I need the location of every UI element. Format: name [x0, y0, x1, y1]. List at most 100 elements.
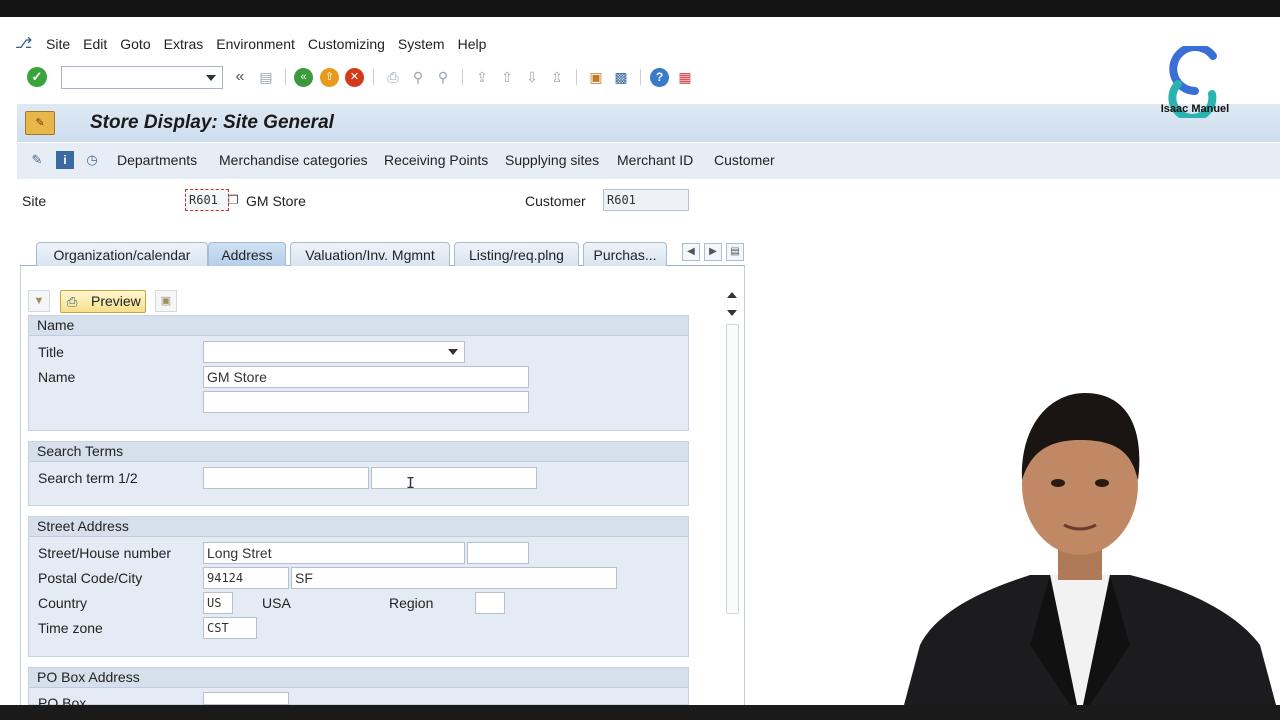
preview-label: Preview: [91, 293, 141, 309]
vertical-scrollbar[interactable]: [724, 290, 741, 705]
display-change-icon[interactable]: ✎: [28, 151, 46, 169]
menu-bar: ⎇ Site Edit Goto Extras Environment Cust…: [0, 30, 1280, 58]
tab-valuation[interactable]: Valuation/Inv. Mgmnt: [290, 242, 450, 266]
region-field[interactable]: [475, 592, 505, 614]
customer-label: Customer: [525, 193, 586, 209]
clock-icon[interactable]: ◷: [83, 151, 101, 169]
chevron-down-icon[interactable]: [448, 349, 458, 355]
title-label: Title: [38, 344, 64, 360]
window-top-bar: [0, 0, 1280, 17]
timezone-label: Time zone: [38, 620, 103, 636]
back-icon[interactable]: «: [294, 68, 313, 87]
customize-layout-icon[interactable]: ▦: [675, 67, 695, 87]
menu-extras[interactable]: Extras: [164, 36, 204, 52]
timezone-field[interactable]: CST: [203, 617, 257, 639]
collapse-icon[interactable]: ▼: [28, 290, 50, 312]
country-field[interactable]: US: [203, 592, 233, 614]
lock-icon[interactable]: ▣: [155, 290, 177, 312]
site-name: GM Store: [246, 193, 306, 209]
search-term-1-field[interactable]: [203, 467, 369, 489]
text-cursor-icon: I: [406, 474, 416, 492]
chevron-down-icon[interactable]: [206, 75, 216, 81]
find-icon[interactable]: ⚲: [408, 67, 428, 87]
link-departments[interactable]: Departments: [117, 152, 197, 168]
name-label: Name: [38, 369, 76, 385]
street-label: Street/House number: [38, 545, 172, 561]
application-toolbar: ✎ i ◷ Departments Merchandise categories…: [17, 143, 1280, 179]
first-page-icon[interactable]: ⇪: [472, 67, 492, 87]
transaction-icon: ✎: [25, 111, 55, 135]
po-box-field[interactable]: [203, 692, 289, 705]
tab-listing[interactable]: Listing/req.plng: [454, 242, 579, 266]
enter-check-icon[interactable]: ✓: [27, 67, 47, 87]
country-name: USA: [262, 595, 291, 611]
menu-site[interactable]: Site: [46, 36, 70, 52]
standard-toolbar: ✓ « ▤ « ⇧ ✕ ⎙ ⚲ ⚲ ⇪ ⇧ ⇩ ⇫ ▣ ▩ ? ▦: [0, 62, 1280, 92]
new-session-icon[interactable]: ▣: [586, 67, 606, 87]
po-box-group: PO Box Address: [28, 667, 689, 705]
collapse-command-icon[interactable]: «: [230, 67, 250, 87]
street-address-heading: Street Address: [29, 517, 688, 537]
link-receiving-points[interactable]: Receiving Points: [384, 152, 488, 168]
presenter-video: [900, 393, 1280, 720]
tab-strip: Organization/calendar Address Valuation/…: [20, 240, 745, 266]
postal-code-field[interactable]: 94124: [203, 567, 289, 589]
house-number-field[interactable]: [467, 542, 529, 564]
scrollbar-thumb[interactable]: [726, 324, 739, 614]
screen-title: Store Display: Site General: [90, 112, 334, 133]
tab-scroll-left-icon[interactable]: ◀: [682, 243, 700, 261]
toolbar-separator: [462, 69, 463, 85]
country-label: Country: [38, 595, 88, 611]
shortcut-icon[interactable]: ▩: [611, 67, 631, 87]
link-merchandise-categories[interactable]: Merchandise categories: [219, 152, 368, 168]
street-field[interactable]: Long Stret: [203, 542, 465, 564]
name2-field[interactable]: [203, 391, 529, 413]
menu-goto[interactable]: Goto: [120, 36, 150, 52]
tab-address[interactable]: Address: [208, 242, 286, 266]
tab-scroll-right-icon[interactable]: ▶: [704, 243, 722, 261]
screen-title-bar: ✎ Store Display: Site General: [17, 104, 1280, 142]
city-field[interactable]: SF: [291, 567, 617, 589]
link-supplying-sites[interactable]: Supplying sites: [505, 152, 599, 168]
tab-organization-calendar[interactable]: Organization/calendar: [36, 242, 208, 266]
po-box-heading: PO Box Address: [29, 668, 688, 688]
site-field[interactable]: R601: [185, 189, 229, 211]
brand-logo-text: Isaac Manuel: [1160, 103, 1230, 115]
menu-system[interactable]: System: [398, 36, 445, 52]
previous-page-icon[interactable]: ⇧: [497, 67, 517, 87]
customer-field[interactable]: R601: [603, 189, 689, 211]
info-icon[interactable]: i: [56, 151, 74, 169]
link-merchant-id[interactable]: Merchant ID: [617, 152, 693, 168]
save-icon[interactable]: ▤: [256, 67, 276, 87]
name-field[interactable]: GM Store: [203, 366, 529, 388]
print-icon[interactable]: ⎙: [383, 67, 403, 87]
scroll-up-icon[interactable]: [727, 292, 737, 298]
cancel-icon[interactable]: ✕: [345, 68, 364, 87]
tab-list-icon[interactable]: ▤: [726, 243, 744, 261]
menu-customizing[interactable]: Customizing: [308, 36, 385, 52]
command-field[interactable]: [61, 66, 223, 89]
copy-icon[interactable]: ❐: [228, 193, 239, 207]
search-terms-heading: Search Terms: [29, 442, 688, 462]
tab-purchasing[interactable]: Purchas...: [583, 242, 667, 266]
menu-help[interactable]: Help: [458, 36, 487, 52]
preview-button[interactable]: ⎙ Preview: [60, 290, 146, 313]
menu-environment[interactable]: Environment: [216, 36, 295, 52]
help-icon[interactable]: ?: [650, 68, 669, 87]
title-select[interactable]: [203, 341, 465, 363]
find-next-icon[interactable]: ⚲: [433, 67, 453, 87]
last-page-icon[interactable]: ⇫: [547, 67, 567, 87]
search-term-2-field[interactable]: [371, 467, 537, 489]
printer-icon: ⎙: [67, 294, 78, 309]
site-label: Site: [22, 193, 47, 209]
exit-icon[interactable]: ⇧: [320, 68, 339, 87]
next-page-icon[interactable]: ⇩: [522, 67, 542, 87]
menu-edit[interactable]: Edit: [83, 36, 107, 52]
window-bottom-bar: [0, 705, 1280, 720]
scroll-down-icon[interactable]: [727, 310, 737, 316]
toolbar-separator: [285, 69, 286, 85]
toolbar-separator: [373, 69, 374, 85]
link-customer[interactable]: Customer: [714, 152, 775, 168]
toolbar-separator: [576, 69, 577, 85]
menu-toggle-icon[interactable]: ⎇: [15, 36, 33, 52]
